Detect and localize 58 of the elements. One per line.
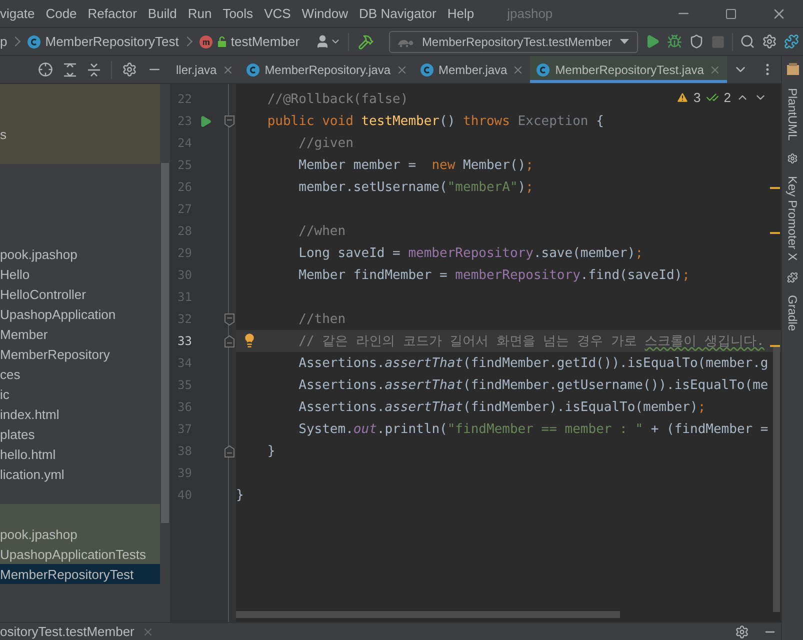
code-line: System.out.println("findMember == member : " + (findMember = [298,422,768,436]
code-line: } [236,488,244,502]
tree-item[interactable]: hello.html [0,444,160,464]
menu-item[interactable]: VCS [264,6,291,21]
code-line: //@Rollback(false) [267,92,408,106]
run-configuration-dropdown[interactable]: MemberRepositoryTest.testMember [388,30,638,52]
tool-window-button[interactable]: Key Promoter X [786,176,800,260]
breadcrumb[interactable]: p [0,34,8,49]
tool-window-button[interactable]: Gradle [786,295,800,332]
tree-item[interactable]: ces [0,364,160,384]
tree-item[interactable]: UpashopApplicationTests [0,544,160,564]
code-line: Assertions.assertThat(findMember.getId()).isEqualTo(member.g [298,356,768,370]
tree-item[interactable]: UpashopApplication [0,304,160,324]
tree-item[interactable]: pook.jpashop [0,524,160,544]
code-line: // 같은 라인의 코드가 길어서 화면을 넘는 경우 가로 스크롤이 생깁니다. [298,333,764,350]
tree-item[interactable]: index.html [0,404,160,424]
menu-item[interactable]: Help [447,6,474,21]
code-line: Long saveId = memberRepository.save(member); [298,246,644,260]
line-number: 33 [176,334,192,348]
code-line: member.setUsername("memberA"); [298,180,534,194]
menu-item[interactable]: Run [188,6,212,21]
menu-item[interactable]: Refactor [88,6,137,21]
editor-tab[interactable]: Member.java [414,56,530,83]
breadcrumb[interactable]: MemberRepositoryTest [45,34,179,49]
menu-item[interactable]: Tools [222,6,254,21]
editor-tab[interactable]: MemberRepository.java [240,56,414,83]
code-line: Member findMember = memberRepository.find(saveId); [298,268,690,282]
code-line: } [267,444,276,458]
passed-count[interactable]: 2 [724,90,731,105]
tree-item[interactable]: pook.jpashop [0,244,160,264]
menu-item[interactable]: vigate [0,6,35,21]
run-tab[interactable]: ositoryTest.testMember [0,624,134,639]
tree-item[interactable]: Hello [0,264,160,284]
tool-window-button[interactable]: PlantUML [786,88,800,141]
editor-tab[interactable]: ller.java [170,56,240,83]
tree-item[interactable]: HelloController [0,284,160,304]
code-line: Assertions.assertThat(findMember).isEqualTo(member); [298,400,706,414]
editor-tab[interactable]: MemberRepositoryTest.java [530,56,727,83]
tree-item[interactable]: plates [0,424,160,444]
tree-item[interactable]: Member [0,324,160,344]
code-line: Assertions.assertThat(findMember.getUsername()).isEqualTo(me [298,378,768,392]
tree-item[interactable]: s [0,124,160,144]
tree-item[interactable]: lication.yml [0,464,160,484]
window-title: jpashop [507,6,553,21]
tree-item[interactable]: ic [0,384,160,404]
menu-item[interactable]: Build [148,6,177,21]
code-line: public void testMember() throws Exception { [267,114,604,128]
code-line: //given [298,136,354,150]
tree-item[interactable]: MemberRepositoryTest [0,564,160,584]
code-line: Member member = new Member(); [298,158,534,172]
code-line: //when [298,224,346,238]
tree-item[interactable]: MemberRepository [0,344,160,364]
code-line: //then [298,312,346,326]
warning-count[interactable]: 3 [694,90,701,105]
menu-item[interactable]: DB Navigator [359,6,436,21]
menu-item[interactable]: Window [302,6,348,21]
menu-item[interactable]: Code [46,6,77,21]
breadcrumb[interactable]: testMember [230,34,300,49]
